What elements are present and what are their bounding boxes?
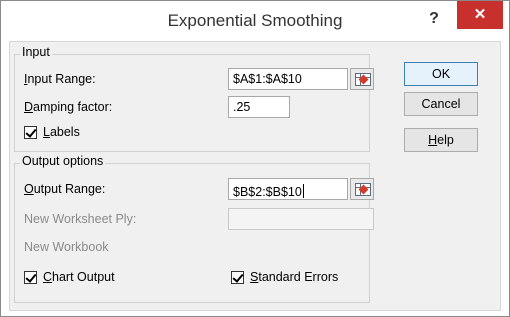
help-button-text: elp — [437, 133, 454, 147]
input-group-label: Input — [20, 45, 52, 59]
output-range-value: $B$2:$B$10 — [233, 185, 302, 199]
text-cursor — [302, 184, 304, 198]
chart-output-label-text: hart Output — [52, 270, 115, 284]
standard-errors-label[interactable]: Standard Errors — [250, 270, 338, 284]
help-question-button[interactable]: ? — [422, 7, 446, 31]
chart-output-checkbox[interactable] — [24, 271, 37, 284]
damping-factor-field[interactable]: .25 — [228, 96, 290, 118]
labels-checkbox-label-text: abels — [49, 125, 80, 139]
standard-errors-label-text: tandard Errors — [258, 270, 339, 284]
labels-checkbox[interactable] — [24, 126, 37, 139]
chart-output-check-icon — [25, 271, 37, 283]
chart-output-label[interactable]: Chart Output — [43, 270, 115, 284]
output-range-field[interactable]: $B$2:$B$10 — [228, 178, 348, 200]
new-worksheet-ply-label: New Worksheet Ply: — [24, 212, 137, 226]
new-workbook-label: New Workbook — [24, 240, 109, 254]
input-range-label-text: nput Range: — [27, 72, 96, 86]
ok-button[interactable]: OK — [404, 62, 478, 86]
standard-errors-checkbox[interactable] — [231, 271, 244, 284]
input-range-field[interactable]: $A$1:$A$10 — [228, 68, 348, 90]
help-button[interactable]: Help — [404, 128, 478, 152]
input-range-label: Input Range: — [24, 72, 96, 86]
cancel-button[interactable]: Cancel — [404, 92, 478, 116]
input-range-collapse-icon[interactable] — [350, 68, 374, 90]
damping-factor-label-text: amping factor: — [33, 100, 113, 114]
output-range-collapse-icon[interactable] — [350, 178, 374, 200]
labels-check-icon — [25, 126, 37, 138]
labels-checkbox-label[interactable]: Labels — [43, 125, 80, 139]
dialog-body: Input Input Range: $A$1:$A$10 Damping fa… — [9, 41, 501, 311]
exponential-smoothing-dialog: Exponential Smoothing ? ✕ Input Input Ra… — [0, 0, 510, 317]
close-button[interactable]: ✕ — [457, 1, 503, 29]
damping-factor-label: Damping factor: — [24, 100, 113, 114]
output-range-label-text: utput Range: — [33, 182, 106, 196]
output-range-label: Output Range: — [24, 182, 106, 196]
title-bar: Exponential Smoothing ? ✕ — [1, 1, 509, 41]
standard-errors-check-icon — [232, 271, 244, 283]
new-worksheet-ply-field[interactable] — [228, 208, 374, 230]
output-group-label: Output options — [20, 154, 106, 168]
